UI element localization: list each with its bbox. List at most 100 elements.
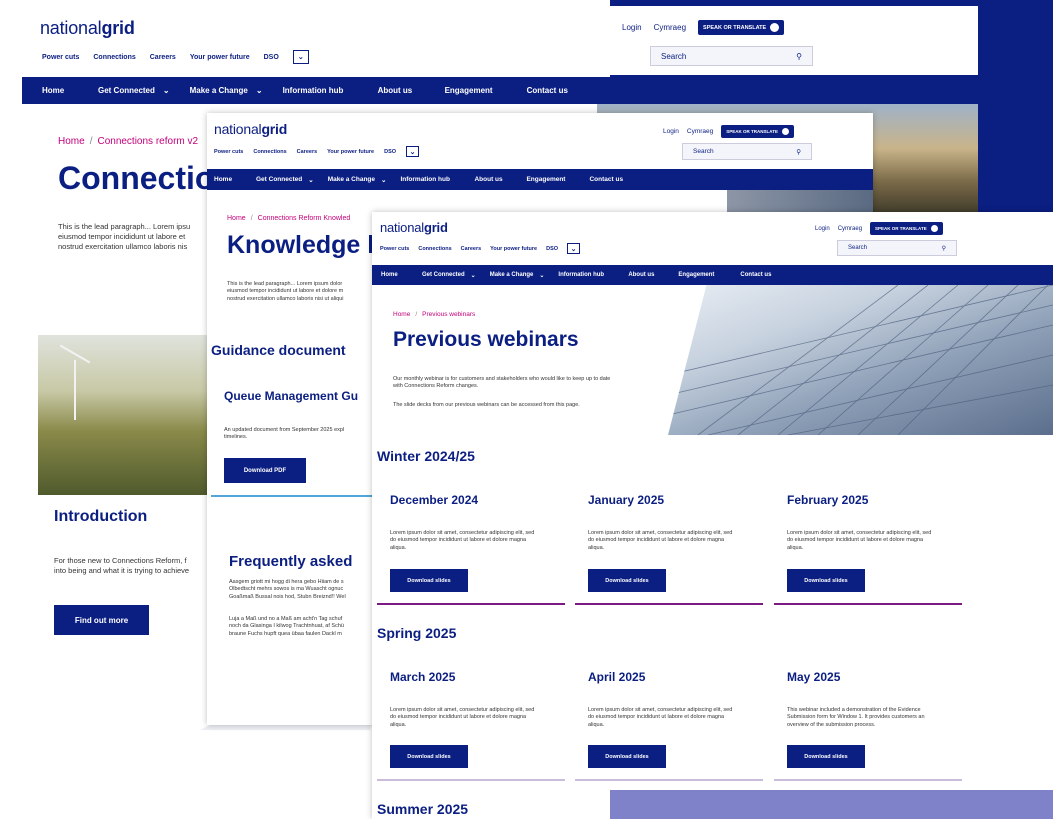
- language-link[interactable]: Cymraeg: [838, 226, 862, 232]
- chevron-down-icon[interactable]: ⌄: [406, 146, 420, 157]
- nav-engagement[interactable]: Engagement: [445, 86, 527, 95]
- nav-engagement[interactable]: Engagement: [678, 272, 740, 278]
- month-title: March 2025: [390, 670, 456, 684]
- wind-turbine-icon: [74, 360, 76, 420]
- month-title: February 2025: [787, 493, 869, 507]
- find-out-more-button[interactable]: Find out more: [54, 605, 149, 635]
- download-pdf-button[interactable]: Download PDF: [224, 458, 306, 483]
- page-title: Knowledge h: [227, 231, 383, 259]
- solar-grid: [668, 285, 1053, 435]
- nav-get-connected[interactable]: Get Connected: [98, 86, 155, 95]
- nav-information-hub[interactable]: Information hub: [400, 176, 474, 183]
- quick-link-power-future[interactable]: Your power future: [490, 246, 537, 252]
- quick-link-dso[interactable]: DSO: [384, 149, 396, 155]
- quick-links: Power cuts Connections Careers Your powe…: [380, 243, 581, 254]
- nav-contact-us[interactable]: Contact us: [527, 86, 568, 95]
- page-title: Previous webinars: [393, 328, 579, 351]
- logo[interactable]: nationalgrid: [380, 220, 448, 235]
- nav-about-us[interactable]: About us: [628, 272, 678, 278]
- login-link[interactable]: Login: [663, 128, 679, 135]
- quick-link-power-future[interactable]: Your power future: [190, 54, 250, 61]
- quick-link-careers[interactable]: Careers: [150, 54, 176, 61]
- quick-link-dso[interactable]: DSO: [546, 246, 558, 252]
- chevron-down-icon[interactable]: ⌄: [256, 86, 263, 95]
- nav-contact-us[interactable]: Contact us: [589, 176, 623, 183]
- search-input[interactable]: Search ⚲: [650, 46, 813, 66]
- nav-information-hub[interactable]: Information hub: [558, 272, 628, 278]
- chevron-down-icon[interactable]: ⌄: [567, 243, 581, 254]
- chevron-down-icon[interactable]: ⌄: [539, 272, 544, 279]
- quick-link-connections[interactable]: Connections: [93, 54, 135, 61]
- speak-translate-button[interactable]: SPEAK OR TRANSLATE: [870, 222, 943, 235]
- breadcrumb: Home / Connections Reform Knowled: [227, 215, 351, 222]
- download-slides-button[interactable]: Download slides: [390, 569, 468, 592]
- nav-get-connected[interactable]: Get Connected: [422, 272, 465, 278]
- nav-home[interactable]: Home: [381, 272, 422, 278]
- card-divider: [774, 603, 962, 605]
- quick-link-careers[interactable]: Careers: [461, 246, 482, 252]
- quick-link-careers[interactable]: Careers: [297, 149, 318, 155]
- search-input[interactable]: Search ⚲: [682, 143, 812, 160]
- search-icon[interactable]: ⚲: [796, 52, 802, 61]
- nav-home[interactable]: Home: [214, 176, 256, 183]
- nav-information-hub[interactable]: Information hub: [283, 86, 378, 95]
- nav-contact-us[interactable]: Contact us: [740, 272, 771, 278]
- language-link[interactable]: Cymraeg: [654, 23, 686, 32]
- quick-link-power-cuts[interactable]: Power cuts: [380, 246, 409, 252]
- faq-title: Frequently asked: [229, 553, 353, 570]
- month-title: May 2025: [787, 670, 841, 684]
- quick-link-connections[interactable]: Connections: [253, 149, 286, 155]
- month-title: January 2025: [588, 493, 665, 507]
- card-divider: [774, 779, 962, 781]
- month-title: December 2024: [390, 493, 479, 507]
- queue-title: Queue Management Gu: [224, 389, 359, 403]
- nav-make-change[interactable]: Make a Change: [328, 176, 375, 183]
- navy-backdrop-right: [978, 0, 1053, 215]
- wind-farm-photo: [38, 335, 212, 495]
- quick-links: Power cuts Connections Careers Your powe…: [42, 50, 309, 64]
- quick-link-connections[interactable]: Connections: [418, 246, 451, 252]
- breadcrumb-home[interactable]: Home: [393, 311, 410, 318]
- quick-link-dso[interactable]: DSO: [264, 54, 279, 61]
- breadcrumb-current: Connections reform v2: [97, 136, 199, 147]
- chevron-down-icon[interactable]: ⌄: [381, 176, 386, 184]
- main-nav: Home Get Connected ⌄ Make a Change ⌄ Infor…: [372, 265, 1053, 285]
- season-title: Winter 2024/25: [377, 448, 475, 464]
- chevron-down-icon[interactable]: ⌄: [163, 86, 170, 95]
- search-icon[interactable]: ⚲: [796, 148, 801, 156]
- nav-about-us[interactable]: About us: [474, 176, 526, 183]
- download-slides-button[interactable]: Download slides: [588, 745, 666, 768]
- nav-home[interactable]: Home: [42, 86, 98, 95]
- nav-engagement[interactable]: Engagement: [526, 176, 589, 183]
- nav-make-change[interactable]: Make a Change: [490, 272, 534, 278]
- search-input[interactable]: Search ⚲: [837, 240, 957, 256]
- quick-link-power-future[interactable]: Your power future: [327, 149, 374, 155]
- download-slides-button[interactable]: Download slides: [787, 569, 865, 592]
- speak-translate-button[interactable]: SPEAK OR TRANSLATE: [698, 20, 785, 35]
- nav-about-us[interactable]: About us: [378, 86, 445, 95]
- quick-link-power-cuts[interactable]: Power cuts: [214, 149, 243, 155]
- chevron-down-icon[interactable]: ⌄: [308, 176, 313, 184]
- chevron-down-icon[interactable]: ⌄: [471, 272, 476, 279]
- nav-get-connected[interactable]: Get Connected: [256, 176, 302, 183]
- download-slides-button[interactable]: Download slides: [390, 745, 468, 768]
- login-link[interactable]: Login: [815, 226, 830, 232]
- logo[interactable]: nationalgrid: [214, 121, 287, 137]
- utility-bar: Login Cymraeg SPEAK OR TRANSLATE: [622, 20, 785, 35]
- breadcrumb-home[interactable]: Home: [58, 136, 85, 147]
- download-slides-button[interactable]: Download slides: [787, 745, 865, 768]
- divider: [211, 495, 381, 497]
- language-link[interactable]: Cymraeg: [687, 128, 713, 135]
- utility-bar: Login Cymraeg SPEAK OR TRANSLATE: [663, 125, 794, 138]
- breadcrumb-home[interactable]: Home: [227, 215, 246, 222]
- nav-make-change[interactable]: Make a Change: [190, 86, 248, 95]
- quick-link-power-cuts[interactable]: Power cuts: [42, 54, 79, 61]
- login-link[interactable]: Login: [622, 23, 642, 32]
- chevron-down-icon[interactable]: ⌄: [292, 50, 309, 64]
- front-page: nationalgrid Login Cymraeg SPEAK OR TRAN…: [372, 212, 1053, 819]
- speak-translate-button[interactable]: SPEAK OR TRANSLATE: [721, 125, 794, 138]
- search-icon[interactable]: ⚲: [942, 245, 946, 252]
- breadcrumb: Home / Previous webinars: [393, 311, 476, 318]
- logo[interactable]: nationalgrid: [40, 18, 135, 39]
- download-slides-button[interactable]: Download slides: [588, 569, 666, 592]
